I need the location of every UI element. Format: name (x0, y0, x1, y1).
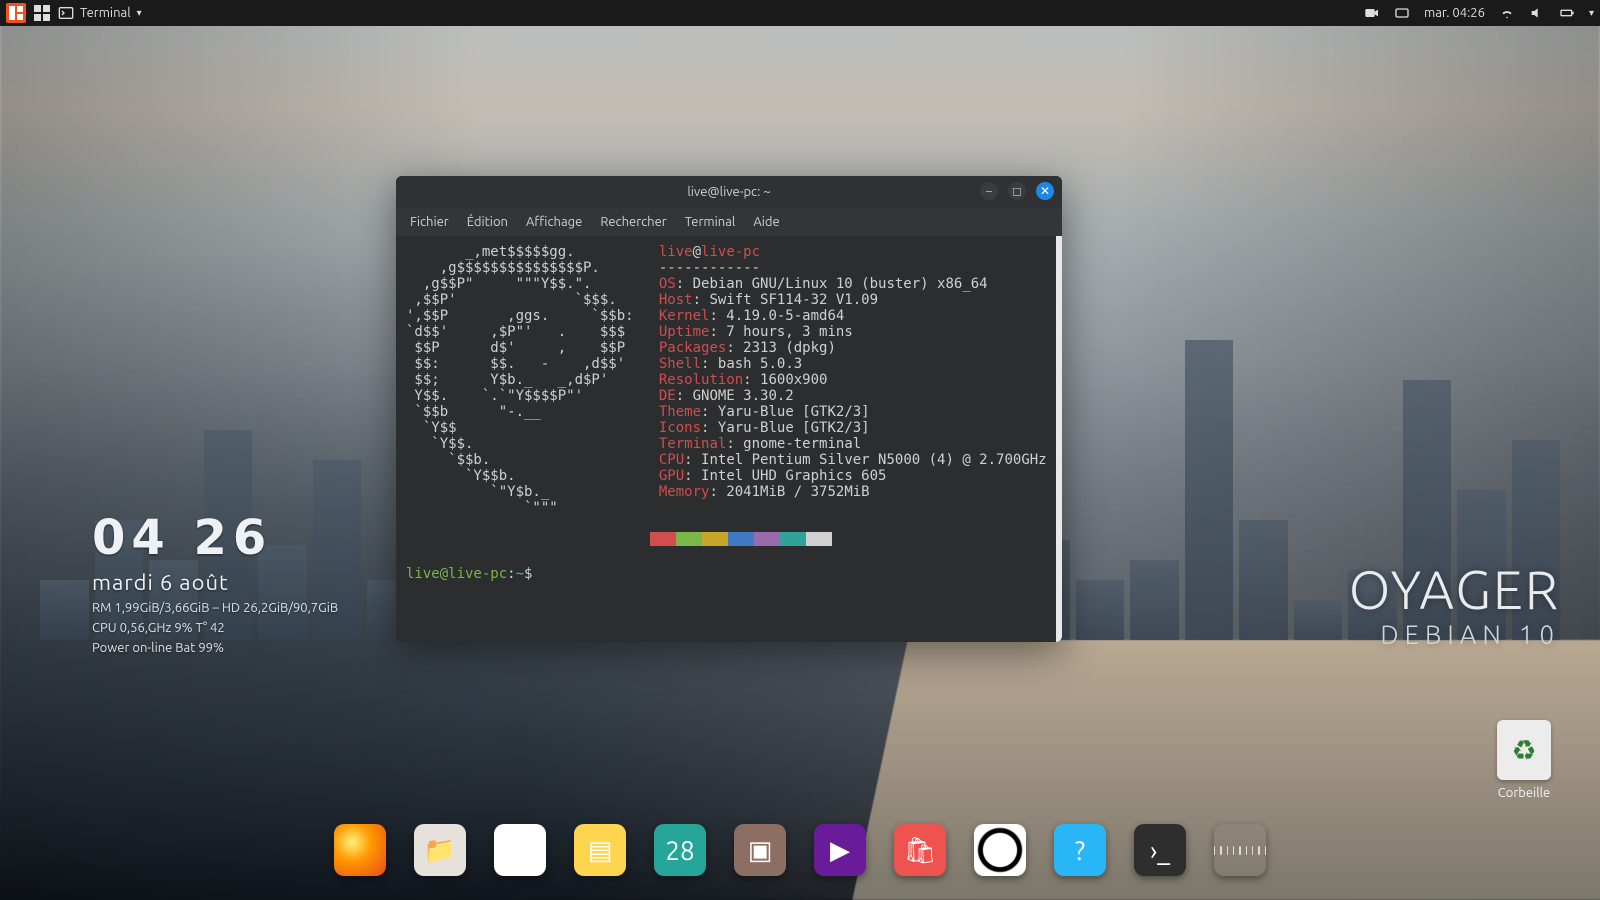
distro-icon[interactable] (6, 3, 26, 23)
screenshot-icon[interactable] (974, 824, 1026, 876)
keyboard-layout-icon[interactable] (1394, 5, 1410, 21)
wifi-icon[interactable] (1499, 5, 1515, 21)
maximize-button[interactable]: ◻ (1008, 182, 1026, 200)
terminal-window: live@live-pc: ~ – ◻ ✕ Fichier Édition Af… (396, 176, 1062, 642)
software-icon[interactable]: 🛍 (894, 824, 946, 876)
files-icon[interactable]: 📁 (414, 824, 466, 876)
terminal-mini-icon (58, 5, 74, 21)
conky-date: mardi 6 août (92, 570, 338, 595)
menu-help[interactable]: Aide (753, 215, 779, 229)
top-panel: Terminal ▾ mar. 04:26 ▾ (0, 0, 1600, 26)
app-grid-icon[interactable] (1214, 824, 1266, 876)
terminal-icon[interactable]: ›_ (1134, 824, 1186, 876)
terminal-body[interactable]: _,met$$$$$gg. live@live-pc ,g$$$$$$$$$$$… (396, 236, 1062, 642)
titlebar[interactable]: live@live-pc: ~ – ◻ ✕ (396, 176, 1062, 208)
text-editor-icon[interactable]: ✎ (494, 824, 546, 876)
screen-record-icon[interactable] (1364, 5, 1380, 21)
calendar-icon[interactable]: 28 (654, 824, 706, 876)
menu-edit[interactable]: Édition (467, 215, 508, 229)
recycle-icon: ♻ (1497, 720, 1551, 780)
workspace-grid-icon[interactable] (34, 5, 50, 21)
conky-time: 04 26 (92, 510, 338, 566)
clock[interactable]: mar. 04:26 (1424, 6, 1485, 20)
window-title: live@live-pc: ~ (687, 185, 770, 199)
menu-terminal[interactable]: Terminal (685, 215, 736, 229)
chevron-down-icon[interactable]: ▾ (1589, 7, 1594, 19)
chevron-down-icon: ▾ (137, 7, 142, 19)
video-icon[interactable]: ▶ (814, 824, 866, 876)
dock: 📁 ✎ ▤ 28 ▣ ▶ 🛍 ? ›_ (320, 816, 1280, 884)
notes-icon[interactable]: ▤ (574, 824, 626, 876)
active-app[interactable]: Terminal ▾ (58, 5, 142, 21)
minimize-button[interactable]: – (980, 182, 998, 200)
close-button[interactable]: ✕ (1036, 182, 1054, 200)
menu-view[interactable]: Affichage (526, 215, 582, 229)
wallpaper-brand: OYAGER DEBIAN 10 (1349, 560, 1560, 649)
menubar: Fichier Édition Affichage Rechercher Ter… (396, 208, 1062, 236)
desktop-conky: 04 26 mardi 6 août RM 1,99GiB/3,66GiB – … (92, 510, 338, 655)
battery-icon[interactable] (1559, 5, 1575, 21)
image-viewer-icon[interactable]: ▣ (734, 824, 786, 876)
menu-file[interactable]: Fichier (410, 215, 449, 229)
trash-desktop-icon[interactable]: ♻ Corbeille (1488, 720, 1560, 800)
firefox-icon[interactable] (334, 824, 386, 876)
menu-search[interactable]: Rechercher (600, 215, 666, 229)
volume-icon[interactable] (1529, 5, 1545, 21)
help-icon[interactable]: ? (1054, 824, 1106, 876)
